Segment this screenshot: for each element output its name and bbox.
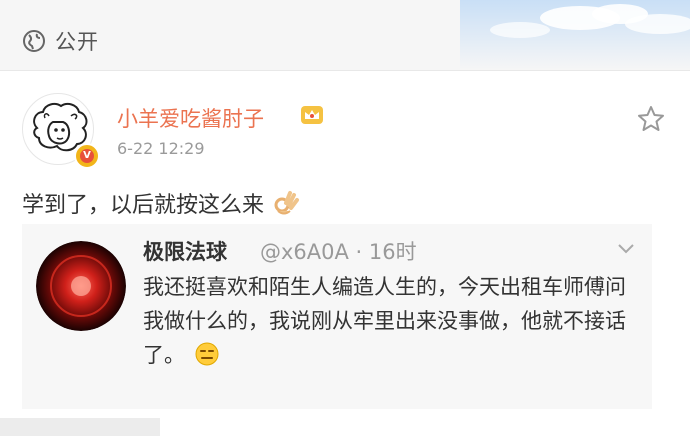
chevron-down-icon[interactable] xyxy=(616,242,636,256)
ok-hand-icon xyxy=(274,191,300,215)
expressionless-face-icon xyxy=(195,342,219,366)
post-text: 学到了，以后就按这么来 xyxy=(22,193,265,218)
visibility-bar: 公开 xyxy=(0,0,690,71)
post-time: 6-22 12:29 xyxy=(117,139,205,158)
quoted-handle: @x6A0A · 16时 xyxy=(260,240,417,264)
red-orb-image xyxy=(36,241,126,331)
verified-icon: V xyxy=(74,143,100,169)
bottom-edge-divider xyxy=(0,418,160,436)
visibility-indicator[interactable]: 公开 xyxy=(22,26,99,56)
quoted-author[interactable]: 极限法球 xyxy=(143,236,227,266)
globe-icon xyxy=(23,30,45,52)
quoted-avatar[interactable] xyxy=(36,241,126,331)
author-name[interactable]: 小羊爱吃酱肘子 xyxy=(117,103,264,133)
quoted-text-block: 我还挺喜欢和陌生人编造人生的，今天出租车师傅问我做什么的，我说刚从牢里出来没事做… xyxy=(143,270,638,372)
sky-decoration xyxy=(460,0,690,70)
post-body: 学到了，以后就按这么来 xyxy=(22,187,300,219)
star-icon[interactable] xyxy=(636,104,666,134)
quoted-post[interactable]: 极限法球 @x6A0A · 16时 我还挺喜欢和陌生人编造人生的，今天出租车师傅… xyxy=(22,224,652,409)
crown-icon xyxy=(301,106,323,124)
visibility-label: 公开 xyxy=(55,30,99,54)
